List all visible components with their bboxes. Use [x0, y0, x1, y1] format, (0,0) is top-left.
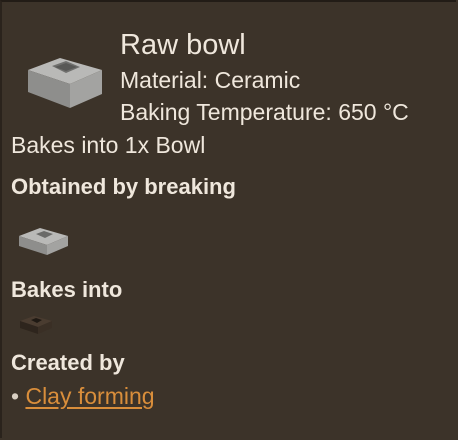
- fired-bowl-icon[interactable]: [18, 312, 54, 336]
- clay-forming-link[interactable]: Clay forming: [25, 383, 154, 409]
- raw-bowl-icon: [28, 58, 102, 108]
- handbook-page: Raw bowl Material: Ceramic Baking Temper…: [0, 0, 456, 438]
- created-by-item: • Clay forming: [11, 382, 155, 410]
- obtained-by-breaking-heading: Obtained by breaking: [11, 174, 236, 199]
- item-bakes-description: Bakes into 1x Bowl: [11, 132, 206, 158]
- item-title: Raw bowl: [120, 29, 246, 61]
- bullet: •: [11, 383, 20, 409]
- bakes-into-heading: Bakes into: [11, 277, 123, 302]
- item-material: Material: Ceramic: [120, 67, 301, 93]
- created-by-heading: Created by: [11, 350, 125, 375]
- raw-bowl-icon[interactable]: [16, 224, 72, 258]
- item-baking-temperature: Baking Temperature: 650 °C: [120, 99, 409, 125]
